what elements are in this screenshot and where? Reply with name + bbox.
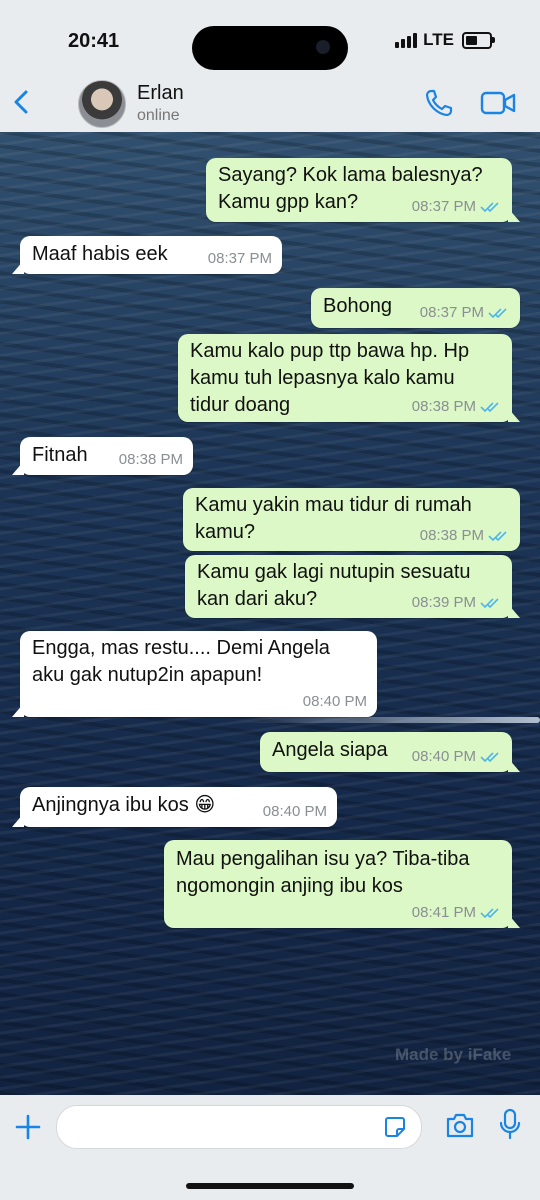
- chat-header: Erlan online: [0, 70, 540, 132]
- message-meta: 08:38 PM: [412, 398, 502, 416]
- message-meta: 08:38 PM: [119, 451, 183, 469]
- double-check-icon: [480, 598, 499, 609]
- message-time: 08:40 PM: [262, 803, 327, 820]
- message-meta: 08:40 PM: [412, 748, 502, 766]
- message-bubble-outgoing[interactable]: Angela siapa 08:40 PM: [260, 732, 520, 772]
- message-time: 08:40 PM: [411, 748, 476, 765]
- phone-icon[interactable]: [424, 88, 454, 118]
- message-bubble-incoming[interactable]: Fitnah 08:38 PM: [12, 437, 193, 475]
- double-check-icon: [480, 752, 499, 763]
- network-type: LTE: [423, 30, 454, 49]
- contact-name[interactable]: Erlan: [137, 82, 184, 105]
- dynamic-island: [192, 26, 348, 70]
- watermark: Made by iFake: [395, 1045, 512, 1064]
- message-bubble-outgoing[interactable]: Sayang? Kok lama balesnya? Kamu gpp kan?…: [206, 158, 520, 222]
- message-bubble-outgoing[interactable]: Kamu kalo pup ttp bawa hp. Hp kamu tuh l…: [178, 334, 520, 422]
- sticker-icon[interactable]: [383, 1115, 407, 1139]
- message-meta: 08:40 PM: [263, 803, 327, 821]
- message-time: 08:37 PM: [207, 250, 272, 267]
- message-bubble-outgoing[interactable]: Mau pengalihan isu ya? Tiba-tiba ngomong…: [164, 840, 520, 928]
- message-time: 08:39 PM: [411, 594, 476, 611]
- signal-icon: [395, 32, 418, 48]
- message-text: Angela siapa: [272, 739, 388, 761]
- message-time: 08:40 PM: [302, 693, 367, 710]
- message-bubble-outgoing[interactable]: Bohong 08:37 PM: [311, 288, 520, 328]
- message-text: Bohong: [323, 295, 392, 317]
- double-check-icon: [488, 531, 507, 542]
- double-check-icon: [488, 308, 507, 319]
- message-bubble-incoming[interactable]: Engga, mas restu.... Demi Angela aku gak…: [12, 631, 377, 717]
- network-status: LTE: [395, 30, 495, 50]
- chevron-left-icon[interactable]: [8, 88, 36, 116]
- message-text: Anjingnya ibu kos 😁: [32, 794, 216, 816]
- double-check-icon: [480, 402, 499, 413]
- microphone-icon[interactable]: [498, 1108, 522, 1140]
- status-bar: 20:41 LTE: [0, 26, 540, 70]
- plus-icon[interactable]: [14, 1113, 42, 1141]
- message-meta: 08:38 PM: [420, 527, 510, 545]
- top-bar: 20:41 LTE Erlan online: [0, 0, 540, 132]
- message-time: 08:38 PM: [118, 451, 183, 468]
- message-time: 08:37 PM: [411, 198, 476, 215]
- message-text: Maaf habis eek: [32, 243, 168, 265]
- message-time: 08:41 PM: [411, 904, 476, 921]
- message-bubble-incoming[interactable]: Maaf habis eek 08:37 PM: [12, 236, 282, 274]
- message-meta: 08:37 PM: [208, 250, 272, 268]
- message-bubble-outgoing[interactable]: Kamu gak lagi nutupin sesuatu kan dari a…: [185, 555, 520, 618]
- contact-status: online: [137, 107, 180, 124]
- front-camera: [316, 40, 330, 54]
- message-text: Mau pengalihan isu ya? Tiba-tiba ngomong…: [176, 848, 470, 897]
- message-bubble-incoming[interactable]: Anjingnya ibu kos 😁 08:40 PM: [12, 787, 337, 827]
- video-camera-icon[interactable]: [480, 90, 516, 116]
- camera-icon[interactable]: [445, 1111, 475, 1139]
- message-time: 08:38 PM: [419, 527, 484, 544]
- message-meta: 08:40 PM: [303, 693, 367, 711]
- double-check-icon: [480, 202, 499, 213]
- message-meta: 08:39 PM: [412, 594, 502, 612]
- message-text: Fitnah: [32, 444, 88, 466]
- message-input[interactable]: [56, 1105, 422, 1149]
- home-indicator[interactable]: [186, 1183, 354, 1189]
- message-bubble-outgoing[interactable]: Kamu yakin mau tidur di rumah kamu? 08:3…: [183, 488, 520, 551]
- message-meta: 08:41 PM: [412, 904, 502, 922]
- message-text: Engga, mas restu.... Demi Angela aku gak…: [32, 637, 330, 686]
- status-time: 20:41: [68, 30, 120, 52]
- input-bar: [0, 1095, 540, 1200]
- message-time: 08:38 PM: [411, 398, 476, 415]
- double-check-icon: [480, 908, 499, 919]
- message-meta: 08:37 PM: [420, 304, 510, 322]
- battery-icon: [462, 31, 495, 49]
- chat-area[interactable]: Sayang? Kok lama balesnya? Kamu gpp kan?…: [0, 132, 540, 1095]
- message-meta: 08:37 PM: [412, 198, 502, 216]
- wake-streak: [235, 717, 540, 723]
- message-time: 08:37 PM: [419, 304, 484, 321]
- avatar[interactable]: [78, 80, 126, 128]
